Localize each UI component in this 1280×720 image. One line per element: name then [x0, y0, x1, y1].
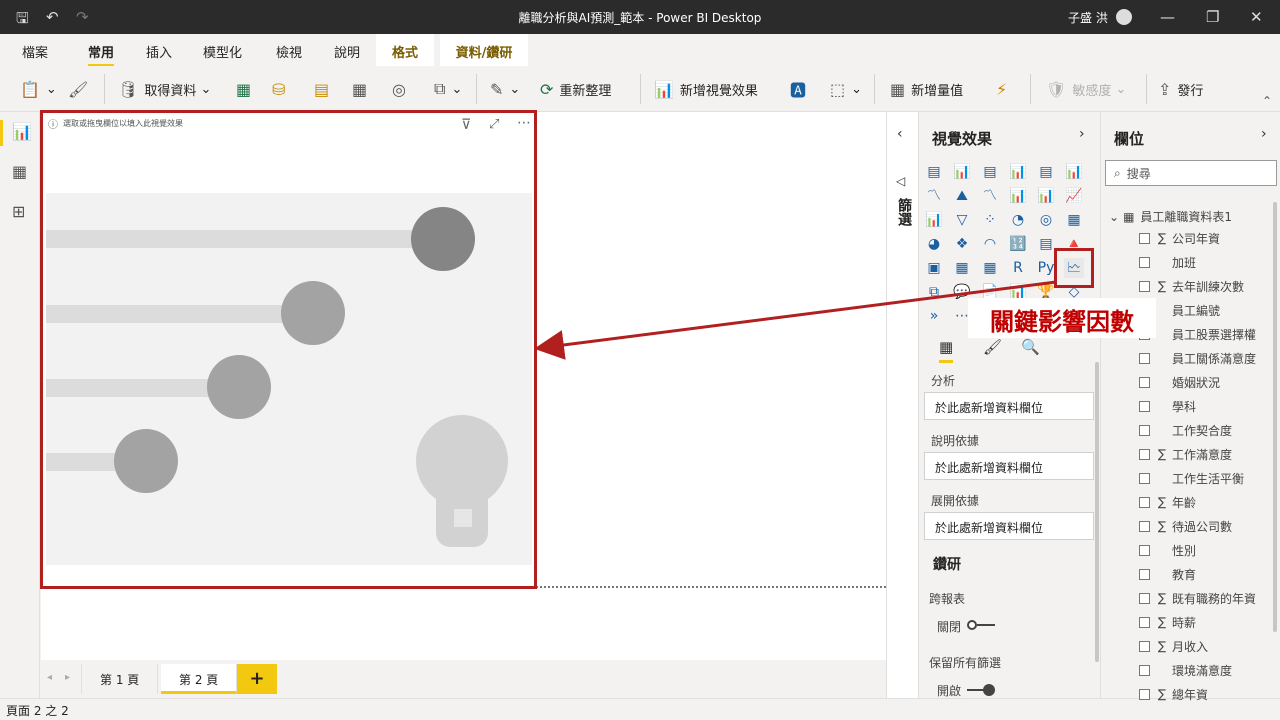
annotation-arrow	[534, 280, 1057, 360]
